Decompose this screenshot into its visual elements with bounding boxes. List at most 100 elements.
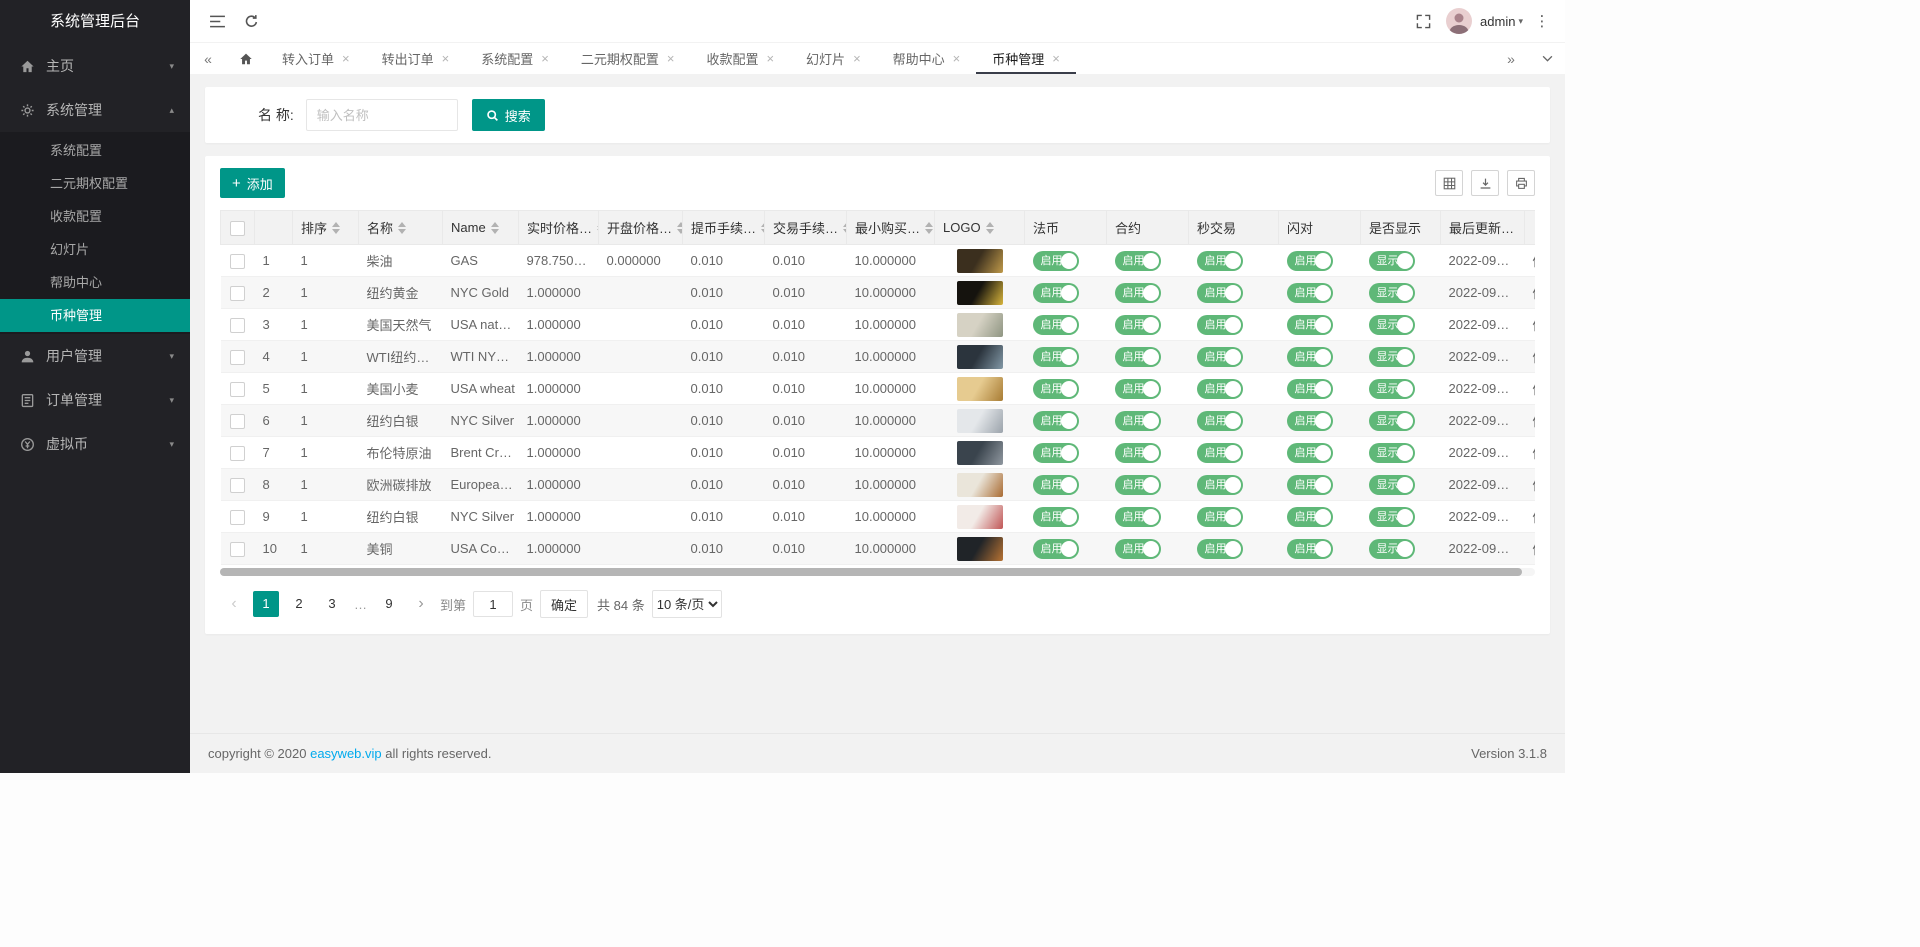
page-number[interactable]: 1 <box>253 591 279 617</box>
toggle-flash[interactable]: 启用 <box>1287 411 1333 431</box>
tabs-dropdown-icon[interactable] <box>1529 43 1565 74</box>
refresh-icon[interactable] <box>236 6 266 36</box>
toggle-display[interactable]: 显示 <box>1369 475 1415 495</box>
scrollbar-thumb[interactable] <box>220 568 1522 576</box>
toggle-display[interactable]: 显示 <box>1369 379 1415 399</box>
toggle-fiat[interactable]: 启用 <box>1033 507 1079 527</box>
goto-page-input[interactable] <box>473 591 513 617</box>
sidebar-item-orders[interactable]: 订单管理▾ <box>0 378 190 422</box>
edit-button[interactable]: 修改 <box>1533 286 1536 301</box>
toggle-fiat[interactable]: 启用 <box>1033 283 1079 303</box>
page-number[interactable]: 2 <box>286 591 312 617</box>
toggle-fiat[interactable]: 启用 <box>1033 443 1079 463</box>
sidebar-subitem[interactable]: 收款配置 <box>0 200 190 233</box>
tab-item[interactable]: 帮助中心× <box>877 43 977 74</box>
toggle-flash[interactable]: 启用 <box>1287 283 1333 303</box>
page-number[interactable]: 9 <box>376 591 402 617</box>
tab-item[interactable]: 幻灯片× <box>790 43 877 74</box>
sidebar-item-users[interactable]: 用户管理▾ <box>0 334 190 378</box>
row-checkbox[interactable] <box>230 286 245 301</box>
close-icon[interactable]: × <box>953 52 961 65</box>
toggle-fiat[interactable]: 启用 <box>1033 411 1079 431</box>
row-checkbox[interactable] <box>230 254 245 269</box>
column-header[interactable]: 实时价格… <box>519 211 599 245</box>
toggle-seconds[interactable]: 启用 <box>1197 283 1243 303</box>
toggle-fiat[interactable]: 启用 <box>1033 315 1079 335</box>
row-checkbox[interactable] <box>230 318 245 333</box>
tab-item[interactable]: 币种管理× <box>976 43 1076 74</box>
sidebar-item-system[interactable]: 系统管理▴ <box>0 88 190 132</box>
toggle-flash[interactable]: 启用 <box>1287 539 1333 559</box>
toggle-contract[interactable]: 启用 <box>1115 251 1161 271</box>
prev-page-icon[interactable]: ‹ <box>222 591 246 617</box>
toggle-flash[interactable]: 启用 <box>1287 475 1333 495</box>
edit-button[interactable]: 修改 <box>1533 510 1536 525</box>
close-icon[interactable]: × <box>667 52 675 65</box>
sidebar-item-home[interactable]: 主页▾ <box>0 44 190 88</box>
toggle-seconds[interactable]: 启用 <box>1197 539 1243 559</box>
sidebar-subitem[interactable]: 帮助中心 <box>0 266 190 299</box>
close-icon[interactable]: × <box>541 52 549 65</box>
column-header[interactable]: 排序 <box>293 211 359 245</box>
page-size-select[interactable]: 10 条/页 <box>652 590 722 618</box>
avatar[interactable] <box>1446 8 1472 34</box>
row-checkbox[interactable] <box>230 350 245 365</box>
column-header[interactable]: 名称 <box>359 211 443 245</box>
tabs-scroll-right-icon[interactable]: » <box>1493 43 1529 74</box>
toggle-display[interactable]: 显示 <box>1369 443 1415 463</box>
edit-button[interactable]: 修改 <box>1533 350 1536 365</box>
sidebar-subitem[interactable]: 币种管理 <box>0 299 190 332</box>
row-checkbox[interactable] <box>230 510 245 525</box>
select-all-checkbox[interactable] <box>230 221 245 236</box>
horizontal-scrollbar[interactable] <box>220 568 1535 576</box>
add-button[interactable]: + 添加 <box>220 168 285 198</box>
toggle-display[interactable]: 显示 <box>1369 539 1415 559</box>
edit-button[interactable]: 修改 <box>1533 414 1536 429</box>
sidebar-toggle-icon[interactable] <box>202 6 232 36</box>
export-icon[interactable] <box>1471 170 1499 196</box>
toggle-display[interactable]: 显示 <box>1369 507 1415 527</box>
edit-button[interactable]: 修改 <box>1533 446 1536 461</box>
toggle-flash[interactable]: 启用 <box>1287 315 1333 335</box>
close-icon[interactable]: × <box>342 52 350 65</box>
edit-button[interactable]: 修改 <box>1533 318 1536 333</box>
toggle-display[interactable]: 显示 <box>1369 411 1415 431</box>
close-icon[interactable]: × <box>853 52 861 65</box>
sidebar-subitem[interactable]: 幻灯片 <box>0 233 190 266</box>
confirm-button[interactable]: 确定 <box>540 590 588 618</box>
toggle-contract[interactable]: 启用 <box>1115 411 1161 431</box>
row-checkbox[interactable] <box>230 414 245 429</box>
toggle-seconds[interactable]: 启用 <box>1197 347 1243 367</box>
toggle-seconds[interactable]: 启用 <box>1197 315 1243 335</box>
toggle-contract[interactable]: 启用 <box>1115 283 1161 303</box>
toggle-display[interactable]: 显示 <box>1369 347 1415 367</box>
toggle-display[interactable]: 显示 <box>1369 315 1415 335</box>
close-icon[interactable]: × <box>1052 52 1060 65</box>
edit-button[interactable]: 修改 <box>1533 254 1536 269</box>
toggle-contract[interactable]: 启用 <box>1115 347 1161 367</box>
tabs-scroll-left-icon[interactable]: « <box>190 43 226 74</box>
page-number[interactable]: 3 <box>319 591 345 617</box>
tab-item[interactable]: 转出订单× <box>366 43 466 74</box>
toggle-contract[interactable]: 启用 <box>1115 539 1161 559</box>
toggle-fiat[interactable]: 启用 <box>1033 539 1079 559</box>
tab-item[interactable]: 二元期权配置× <box>565 43 691 74</box>
column-header[interactable]: 开盘价格… <box>599 211 683 245</box>
toggle-fiat[interactable]: 启用 <box>1033 251 1079 271</box>
easyweb-link[interactable]: easyweb.vip <box>310 746 382 761</box>
row-checkbox[interactable] <box>230 446 245 461</box>
toggle-seconds[interactable]: 启用 <box>1197 475 1243 495</box>
toggle-fiat[interactable]: 启用 <box>1033 347 1079 367</box>
toggle-contract[interactable]: 启用 <box>1115 507 1161 527</box>
toggle-flash[interactable]: 启用 <box>1287 347 1333 367</box>
search-button[interactable]: 搜索 <box>472 99 545 131</box>
toggle-seconds[interactable]: 启用 <box>1197 411 1243 431</box>
tab-home[interactable] <box>226 43 266 74</box>
toggle-fiat[interactable]: 启用 <box>1033 379 1079 399</box>
row-checkbox[interactable] <box>230 478 245 493</box>
row-checkbox[interactable] <box>230 382 245 397</box>
toggle-contract[interactable]: 启用 <box>1115 443 1161 463</box>
toggle-seconds[interactable]: 启用 <box>1197 379 1243 399</box>
fullscreen-icon[interactable] <box>1408 6 1438 36</box>
toggle-display[interactable]: 显示 <box>1369 251 1415 271</box>
